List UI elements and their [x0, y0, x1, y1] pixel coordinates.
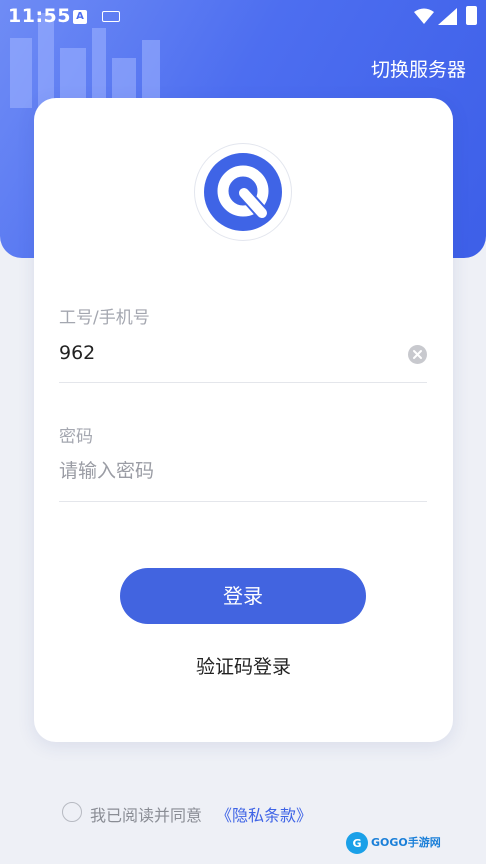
clear-icon[interactable] — [408, 345, 427, 364]
agree-text: 我已阅读并同意 — [90, 806, 203, 825]
account-input[interactable]: 962 — [59, 342, 95, 364]
privacy-policy-link[interactable]: 《隐私条款》 — [216, 802, 312, 826]
signal-icon — [438, 8, 457, 25]
login-button[interactable]: 登录 — [120, 568, 366, 624]
app-logo — [194, 143, 292, 241]
watermark-logo: G GOGO手游网 — [346, 832, 441, 854]
agree-radio[interactable] — [62, 802, 82, 822]
switch-server-button[interactable]: 切换服务器 — [371, 55, 466, 82]
battery-icon — [466, 6, 477, 25]
input-method-badge: A — [73, 10, 87, 24]
account-label: 工号/手机号 — [59, 308, 150, 328]
password-underline — [59, 501, 427, 502]
svg-text:GOGO手游网: GOGO手游网 — [371, 835, 441, 849]
login-card: 工号/手机号 962 密码 登录 验证码登录 — [34, 98, 453, 742]
svg-text:G: G — [352, 837, 361, 850]
password-input[interactable] — [59, 460, 399, 482]
status-bar: 11:55 A — [0, 0, 486, 34]
keyboard-icon — [102, 11, 120, 22]
account-underline — [59, 382, 427, 383]
status-time: 11:55 — [8, 5, 71, 27]
sms-login-link[interactable]: 验证码登录 — [34, 652, 453, 679]
wifi-icon — [414, 8, 434, 24]
password-label: 密码 — [59, 427, 93, 447]
q-logo-icon — [204, 153, 282, 231]
